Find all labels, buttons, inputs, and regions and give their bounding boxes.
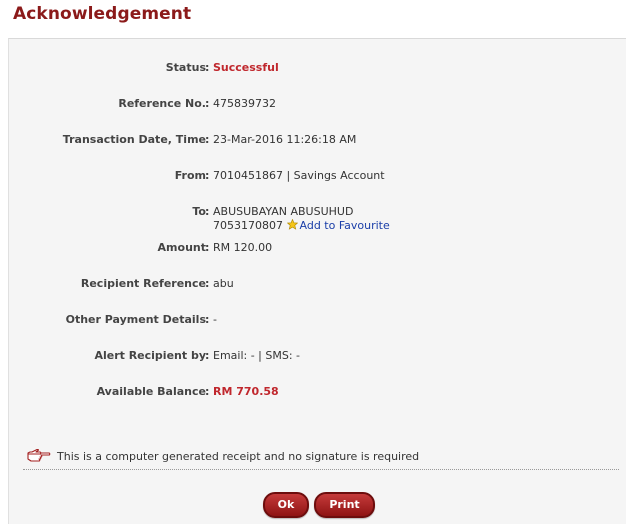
colon: : <box>205 133 210 146</box>
amount-label: Amount <box>157 241 206 254</box>
reference-label: Reference No. <box>118 97 206 110</box>
receipt-panel: Status : Successful Reference No. : 4758… <box>8 38 626 524</box>
available-balance-value: RM 770.58 <box>213 385 279 398</box>
amount-value: RM 120.00 <box>213 241 273 254</box>
colon: : <box>205 349 210 362</box>
colon: : <box>205 385 210 398</box>
recipient-reference-label: Recipient Reference <box>80 277 206 290</box>
colon: : <box>205 313 210 326</box>
colon: : <box>205 61 210 74</box>
note-text: This is a computer generated receipt and… <box>57 450 420 463</box>
colon: : <box>205 241 210 254</box>
add-to-favourite-link[interactable]: Add to Favourite <box>300 219 390 232</box>
status-label: Status <box>165 61 206 74</box>
divider <box>23 469 619 470</box>
colon: : <box>205 277 210 290</box>
to-value: ABUSUBAYAN ABUSUHUD 7053170807 Add to Fa… <box>213 205 390 233</box>
from-label: From <box>174 169 206 182</box>
to-label: To <box>192 205 206 218</box>
colon: : <box>205 205 210 218</box>
recipient-account: 7053170807 <box>213 219 283 232</box>
reference-value: 475839732 <box>213 97 276 110</box>
available-balance-label: Available Balance <box>96 385 206 398</box>
transaction-date-value: 23-Mar-2016 11:26:18 AM <box>213 133 357 146</box>
print-button[interactable]: Print <box>314 492 375 518</box>
ok-button[interactable]: Ok <box>263 492 309 518</box>
receipt-note: This is a computer generated receipt and… <box>27 449 419 463</box>
page-title: Acknowledgement <box>13 4 192 24</box>
star-icon <box>286 219 298 230</box>
other-payment-details-label: Other Payment Details <box>65 313 206 326</box>
pointing-hand-icon <box>27 449 51 462</box>
colon: : <box>205 97 210 110</box>
status-value: Successful <box>213 61 279 74</box>
colon: : <box>205 169 210 182</box>
alert-recipient-label: Alert Recipient by <box>94 349 206 362</box>
recipient-reference-value: abu <box>213 277 234 290</box>
from-value: 7010451867 | Savings Account <box>213 169 385 182</box>
other-payment-details-value: - <box>213 313 217 326</box>
to-row: To : ABUSUBAYAN ABUSUHUD 7053170807 Add … <box>9 205 626 233</box>
recipient-name: ABUSUBAYAN ABUSUHUD <box>213 205 354 218</box>
alert-recipient-value: Email: - | SMS: - <box>213 349 301 362</box>
transaction-date-label: Transaction Date, Time <box>62 133 206 146</box>
